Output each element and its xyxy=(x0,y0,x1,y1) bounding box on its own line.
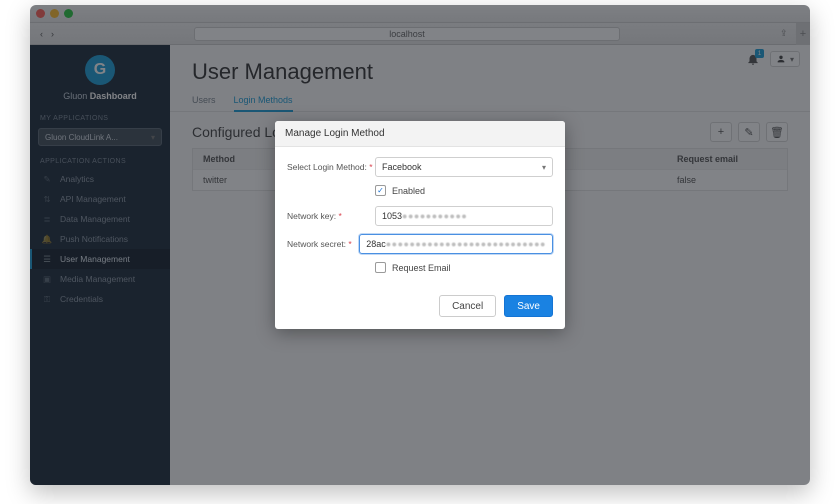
manage-login-method-dialog: Manage Login Method Select Login Method:… xyxy=(275,121,565,329)
select-value: Facebook xyxy=(382,162,422,172)
label-network-secret: Network secret: * xyxy=(287,239,359,249)
cancel-button[interactable]: Cancel xyxy=(439,295,496,317)
login-method-select[interactable]: Facebook ▾ xyxy=(375,157,553,177)
browser-window: ‹ › localhost ⇪ ⧉ + G Gluon Dashboard MY… xyxy=(30,5,810,485)
label-enabled: Enabled xyxy=(392,186,425,196)
save-button[interactable]: Save xyxy=(504,295,553,317)
network-secret-input[interactable]: 28ac●●●●●●●●●●●●●●●●●●●●●●●●●●● xyxy=(359,234,553,254)
label-network-key: Network key: * xyxy=(287,211,375,221)
dialog-title: Manage Login Method xyxy=(275,121,565,147)
network-key-input[interactable]: 1053●●●●●●●●●●● xyxy=(375,206,553,226)
request-email-checkbox[interactable] xyxy=(375,262,386,273)
label-request-email: Request Email xyxy=(392,263,451,273)
enabled-checkbox[interactable] xyxy=(375,185,386,196)
chevron-down-icon: ▾ xyxy=(542,163,546,172)
label-select-method: Select Login Method: * xyxy=(287,162,375,172)
